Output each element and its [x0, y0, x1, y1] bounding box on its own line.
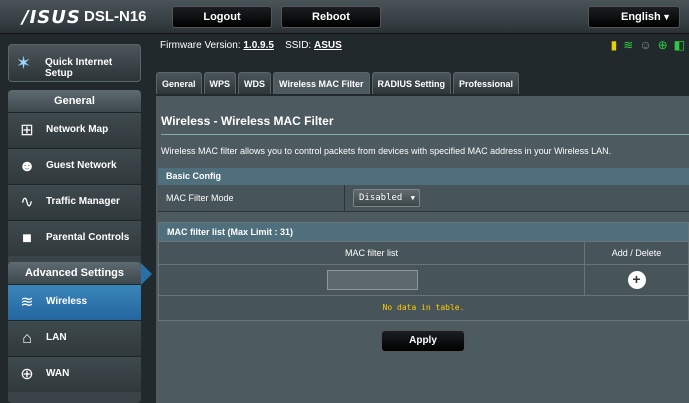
status-icons: ▮ ≋ ☺ ⊕ ◧ [611, 38, 685, 52]
sidebar-item-label: Parental Controls [46, 232, 130, 243]
sidebar-item-parental-controls[interactable]: ■ Parental Controls [8, 220, 141, 256]
sidebar-item-lan[interactable]: ⌂ LAN [8, 320, 141, 356]
active-item-pointer [141, 263, 152, 285]
home-icon: ⌂ [22, 330, 32, 347]
top-bar: /ISUS DSL-N16 Logout Reboot English ▼ [0, 0, 689, 34]
page-title: Wireless - Wireless MAC Filter [161, 114, 334, 128]
wifi-icon: ≋ [20, 294, 34, 311]
language-label: English [621, 11, 661, 23]
wifi-status-icon[interactable]: ≋ [623, 38, 633, 52]
column-header-mac-list: MAC filter list [159, 242, 585, 264]
general-title: General [8, 90, 141, 112]
usb-status-icon[interactable]: ▮ [611, 38, 618, 52]
tab-wireless-mac-filter[interactable]: Wireless MAC Filter [273, 72, 370, 94]
column-header-add-delete: Add / Delete [611, 248, 662, 258]
globe-icon: ⊕ [20, 366, 34, 383]
app-status-icon[interactable]: ◧ [674, 38, 685, 52]
sidebar-item-wan[interactable]: ⊕ WAN [8, 356, 141, 392]
sidebar: ✶ Quick Internet Setup General ⊞ Network… [0, 34, 152, 403]
quick-setup-label: Quick Internet Setup [45, 57, 113, 79]
chevron-down-icon: ▼ [410, 194, 415, 202]
asus-logo: /ISUS [22, 7, 81, 28]
apply-button[interactable]: Apply [381, 330, 465, 352]
ssid-link[interactable]: ASUS [314, 40, 342, 51]
advanced-settings-title: Advanced Settings [8, 262, 141, 284]
sidebar-item-label: WAN [46, 368, 70, 379]
advanced-settings-menu: Advanced Settings ≋ Wireless ⌂ LAN ⊕ WAN [8, 262, 141, 403]
network-map-icon: ⊞ [20, 122, 34, 139]
page-description: Wireless MAC filter allows you to contro… [161, 146, 612, 156]
general-menu: General ⊞ Network Map ☻ Guest Network ∿ … [8, 90, 141, 290]
sidebar-item-label: LAN [46, 332, 67, 343]
mac-filter-table: MAC filter list (Max Limit : 31) MAC fil… [158, 222, 689, 321]
table-header-row: MAC filter list Add / Delete [159, 242, 688, 265]
sidebar-item-wireless[interactable]: ≋ Wireless [8, 284, 141, 320]
lock-icon: ■ [22, 230, 32, 247]
internet-status-icon[interactable]: ⊕ [658, 38, 668, 52]
tab-radius-setting[interactable]: RADIUS Setting [371, 72, 451, 94]
mac-filter-mode-label: MAC Filter Mode [166, 193, 234, 203]
sidebar-item-traffic-manager[interactable]: ∿ Traffic Manager [8, 184, 141, 220]
tab-general[interactable]: General [156, 72, 202, 94]
mac-input-cell [159, 265, 585, 295]
sidebar-item-label: Traffic Manager [46, 196, 120, 207]
sidebar-item-network-map[interactable]: ⊞ Network Map [8, 112, 141, 148]
tab-professional[interactable]: Professional [453, 72, 520, 94]
tab-wps[interactable]: WPS [203, 72, 237, 94]
firmware-info: Firmware Version: 1.0.9.5 SSID: ASUS [160, 40, 342, 51]
sidebar-item-label: Network Map [46, 124, 109, 135]
column-divider [344, 185, 345, 212]
guest-network-icon: ☻ [18, 158, 36, 175]
reboot-button[interactable]: Reboot [281, 6, 381, 28]
no-data-message: No data in table. [159, 296, 688, 320]
language-dropdown[interactable]: English ▼ [588, 6, 680, 28]
quick-internet-setup-button[interactable]: ✶ Quick Internet Setup [8, 44, 141, 82]
sidebar-item-label: Wireless [46, 296, 88, 307]
add-cell: + [585, 265, 688, 295]
table-input-row: + [159, 265, 688, 296]
sidebar-item-guest-network[interactable]: ☻ Guest Network [8, 148, 141, 184]
traffic-manager-icon: ∿ [20, 194, 34, 211]
basic-config-header: Basic Config [158, 168, 689, 185]
mac-filter-mode-select[interactable]: Disabled ▼ [353, 189, 420, 207]
client-status-icon[interactable]: ☺ [639, 38, 651, 52]
ssid-label: SSID: [285, 40, 312, 51]
firmware-label: Firmware Version: [160, 40, 241, 51]
mac-address-input[interactable] [327, 270, 418, 290]
mac-filter-table-title: MAC filter list (Max Limit : 31) [159, 223, 688, 242]
add-plus-icon[interactable]: + [627, 271, 646, 289]
mac-filter-mode-value: Disabled [359, 193, 403, 203]
sidebar-item-label: Guest Network [46, 160, 117, 171]
logout-button[interactable]: Logout [172, 6, 272, 28]
tab-bar: General WPS WDS Wireless MAC Filter RADI… [156, 72, 520, 94]
chevron-down-icon: ▼ [662, 12, 671, 22]
title-divider [161, 134, 689, 135]
mac-filter-mode-row: MAC Filter Mode Disabled ▼ [158, 185, 689, 212]
model-name: DSL-N16 [84, 8, 147, 25]
wand-icon: ✶ [16, 53, 32, 73]
tab-wds[interactable]: WDS [238, 72, 272, 94]
main-content: Firmware Version: 1.0.9.5 SSID: ASUS ▮ ≋… [152, 34, 689, 403]
content-panel: Wireless - Wireless MAC Filter Wireless … [156, 96, 689, 403]
firmware-version-link[interactable]: 1.0.9.5 [243, 40, 274, 51]
